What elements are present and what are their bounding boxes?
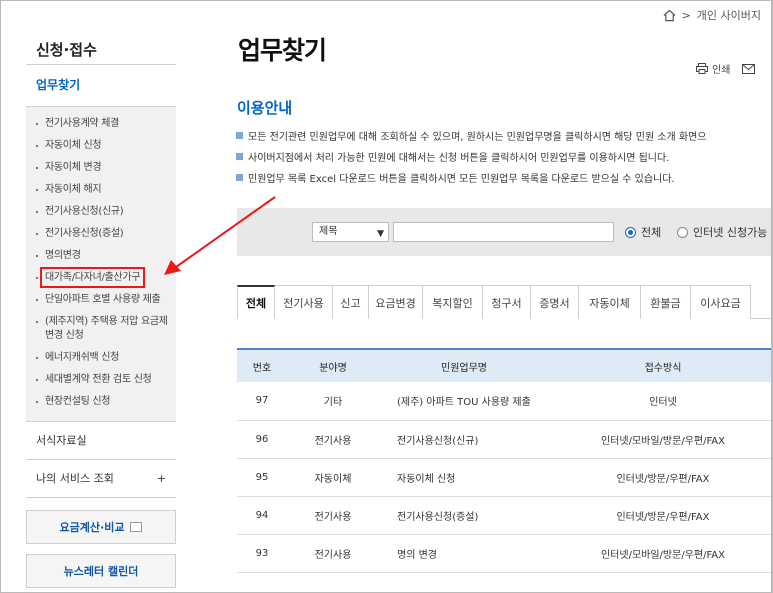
sidebar-item-large-family[interactable]: 대가족/다자녀/출산가구 [26, 267, 176, 289]
print-button[interactable]: 인쇄 [696, 61, 730, 76]
expand-icon[interactable]: + [157, 460, 166, 497]
tab-autopay[interactable]: 자동이체 [579, 285, 641, 319]
newsletter-button[interactable]: 뉴스레터 캘린더 [26, 554, 176, 588]
tab-report[interactable]: 신고 [333, 285, 369, 319]
guide-line: 모든 전기관련 민원업무에 대해 조회하실 수 있으며, 원하시는 민원업무명을… [236, 127, 771, 148]
radio-checked-icon [625, 226, 636, 238]
home-icon[interactable] [663, 9, 676, 22]
bullet-icon [236, 132, 243, 139]
fee-calc-button[interactable]: 요금계산·비교 [26, 510, 176, 544]
sidebar: 신청·접수 업무찾기 전기사용계약 체결 자동이체 신청 자동이체 변경 자동이… [26, 29, 176, 588]
col-number: 번호 [237, 348, 287, 382]
search-field-select[interactable]: 제목 ▼ [312, 222, 389, 242]
search-bar: 제목 ▼ 전체 인터넷 신청가능 [237, 208, 771, 256]
tab-rate-change[interactable]: 요금변경 [369, 285, 423, 319]
guide-line: 사이버지점에서 처리 가능한 민원에 대해서는 신청 버튼을 클릭하시어 민원업… [236, 148, 771, 169]
window-icon [130, 522, 143, 532]
col-category: 분야명 [287, 348, 379, 382]
sidebar-item-new-usage[interactable]: 전기사용신청(신규) [26, 201, 176, 223]
table-row: 95 자동이체 자동이체 신청 인터넷/방문/우편/FAX [237, 458, 771, 497]
tab-electric-use[interactable]: 전기사용 [275, 285, 333, 319]
tab-all[interactable]: 전체 [237, 285, 275, 319]
sidebar-title: 신청·접수 [26, 29, 176, 65]
service-table: 번호 분야명 민원업무명 접수방식 97 기타 (제주) 아파트 TOU 사용량… [237, 348, 771, 573]
table-row: 97 기타 (제주) 아파트 TOU 사용량 제출 인터넷 [237, 382, 771, 421]
guide-line: 민원업무 목록 Excel 다운로드 버튼을 클릭하시면 모든 민원업무 목록을… [236, 169, 771, 190]
sidebar-item-autopay-apply[interactable]: 자동이체 신청 [26, 135, 176, 157]
col-receipt-method: 접수방식 [549, 348, 771, 382]
highlight-box[interactable]: 대가족/다자녀/출산가구 [39, 267, 146, 288]
sidebar-forms[interactable]: 서식자료실 [26, 422, 176, 460]
category-tabs: 전체 전기사용 신고 요금변경 복지할인 청구서 증명서 자동이체 환불금 이사… [237, 285, 771, 319]
tab-moving-fee[interactable]: 이사요금 [691, 285, 751, 319]
service-link[interactable]: (제주) 아파트 TOU 사용량 제출 [379, 382, 549, 421]
tab-bill[interactable]: 청구서 [483, 285, 531, 319]
radio-all[interactable]: 전체 [625, 224, 661, 240]
top-breadcrumb: > 개인 사이버지 [663, 7, 761, 23]
sidebar-item-apartment-usage[interactable]: 단일아파트 호별 사용량 제출 [26, 289, 176, 311]
sidebar-item-contract[interactable]: 전기사용계약 체결 [26, 113, 176, 135]
breadcrumb-site[interactable]: 개인 사이버지 [697, 7, 761, 23]
sidebar-my-service[interactable]: 나의 서비스 조회 + [26, 460, 176, 498]
sidebar-current-menu[interactable]: 업무찾기 [26, 65, 176, 107]
page-tools: 인쇄 [696, 61, 756, 76]
sidebar-item-autopay-change[interactable]: 자동이체 변경 [26, 157, 176, 179]
sidebar-item-name-change[interactable]: 명의변경 [26, 245, 176, 267]
table-row: 94 전기사용 전기사용신청(증설) 인터넷/방문/우편/FAX [237, 496, 771, 535]
service-link[interactable]: 전기사용신청(증설) [379, 496, 549, 535]
guide-title: 이용안내 [237, 99, 293, 117]
sidebar-item-increase-usage[interactable]: 전기사용신청(증설) [26, 223, 176, 245]
radio-internet[interactable]: 인터넷 신청가능 [677, 224, 767, 240]
tab-certificate[interactable]: 증명서 [531, 285, 579, 319]
print-icon [696, 63, 708, 74]
page-title: 업무찾기 [238, 36, 327, 65]
sidebar-item-energy-cashback[interactable]: 에너지캐쉬백 신청 [26, 347, 176, 369]
service-link[interactable]: 명의 변경 [379, 534, 549, 573]
guide-list: 모든 전기관련 민원업무에 대해 조회하실 수 있으며, 원하시는 민원업무명을… [236, 127, 771, 190]
sidebar-item-household-contract[interactable]: 세대별계약 전환 검토 신청 [26, 369, 176, 391]
table-header-row: 번호 분야명 민원업무명 접수방식 [237, 348, 771, 382]
tab-refund[interactable]: 환불금 [641, 285, 691, 319]
breadcrumb-separator: > [681, 8, 691, 22]
service-link[interactable]: 자동이체 신청 [379, 458, 549, 497]
sidebar-submenu: 전기사용계약 체결 자동이체 신청 자동이체 변경 자동이체 해지 전기사용신청… [26, 107, 176, 422]
search-input[interactable] [393, 222, 614, 242]
sidebar-item-onsite-consulting[interactable]: 현장컨설팅 신청 [26, 391, 176, 413]
page-frame: > 개인 사이버지 신청·접수 업무찾기 전기사용계약 체결 자동이체 신청 자… [0, 0, 773, 593]
table-row: 96 전기사용 전기사용신청(신규) 인터넷/모바일/방문/우편/FAX [237, 420, 771, 459]
sidebar-item-jeju-rate[interactable]: (제주지역) 주택용 저압 요금제 변경 신청 [26, 311, 176, 347]
table-row: 93 전기사용 명의 변경 인터넷/모바일/방문/우편/FAX [237, 534, 771, 573]
radio-unchecked-icon [677, 226, 688, 238]
sidebar-item-autopay-cancel[interactable]: 자동이체 해지 [26, 179, 176, 201]
chevron-down-icon: ▼ [377, 229, 384, 239]
mail-icon[interactable] [742, 63, 756, 74]
bullet-icon [236, 153, 243, 160]
tab-welfare-discount[interactable]: 복지할인 [423, 285, 483, 319]
bullet-icon [236, 174, 243, 181]
col-service-name: 민원업무명 [379, 348, 549, 382]
service-link[interactable]: 전기사용신청(신규) [379, 420, 549, 459]
